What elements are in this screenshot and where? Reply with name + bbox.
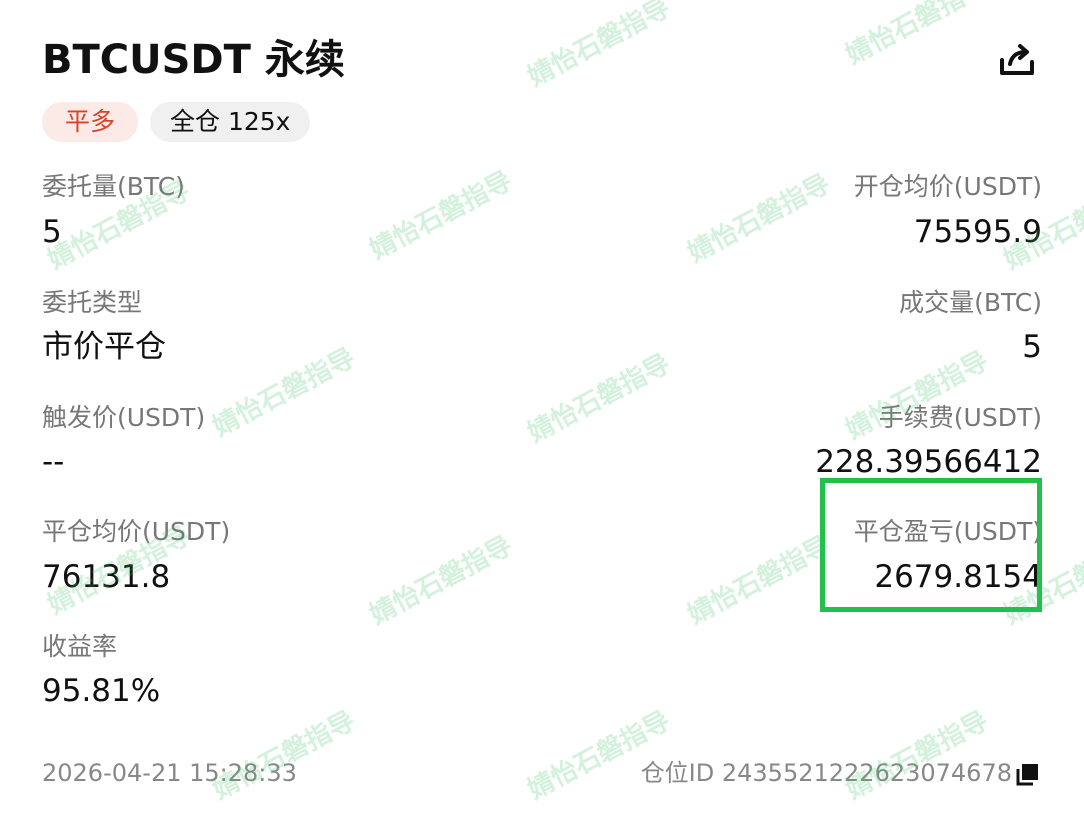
copy-icon[interactable] [1016, 762, 1040, 786]
watermark-text: 婧怡石磐指导 [208, 342, 361, 443]
watermark-text: 婧怡石磐指导 [365, 530, 518, 631]
watermark-text: 婧怡石磐指导 [365, 165, 518, 266]
position-id: 仓位ID 2435521222623074678 [640, 759, 1012, 787]
filled-qty-label: 成交量(BTC) [899, 288, 1042, 317]
margin-mode-badge: 全仓 125x [150, 102, 311, 142]
pnl-highlight-box [820, 478, 1042, 612]
order-type-value: 市价平仓 [42, 329, 166, 365]
roi-value: 95.81% [42, 673, 161, 709]
close-avg-price-label: 平仓均价(USDT) [42, 517, 231, 546]
watermark-text: 婧怡石磐指导 [523, 705, 676, 806]
roi-label: 收益率 [42, 632, 118, 661]
order-timestamp: 2026-04-21 15:28:33 [42, 759, 297, 787]
trigger-price-value: -- [42, 444, 65, 480]
watermark-text: 婧怡石磐指导 [683, 168, 836, 269]
share-icon[interactable] [996, 40, 1038, 82]
side-badge: 平多 [42, 102, 138, 142]
fee-label: 手续费(USDT) [878, 403, 1042, 432]
open-avg-price-value: 75595.9 [913, 214, 1042, 250]
watermark-text: 婧怡石磐指导 [523, 0, 676, 93]
order-qty-label: 委托量(BTC) [42, 172, 185, 201]
order-type-label: 委托类型 [42, 288, 143, 317]
watermark-text: 婧怡石磐指导 [523, 348, 676, 449]
open-avg-price-label: 开仓均价(USDT) [853, 172, 1042, 201]
watermark-text: 婧怡石磐指导 [683, 530, 836, 631]
watermark-text: 婧怡石磐指导 [208, 705, 361, 806]
watermark-text: 婧怡石磐指导 [841, 0, 994, 71]
order-qty-value: 5 [42, 214, 62, 250]
page-title: BTCUSDT 永续 [42, 37, 345, 83]
close-avg-price-value: 76131.8 [42, 559, 171, 595]
fee-value: 228.39566412 [815, 444, 1042, 480]
filled-qty-value: 5 [1022, 329, 1042, 365]
watermark-text: 婧怡石磐指导 [841, 705, 994, 806]
trigger-price-label: 触发价(USDT) [42, 403, 206, 432]
